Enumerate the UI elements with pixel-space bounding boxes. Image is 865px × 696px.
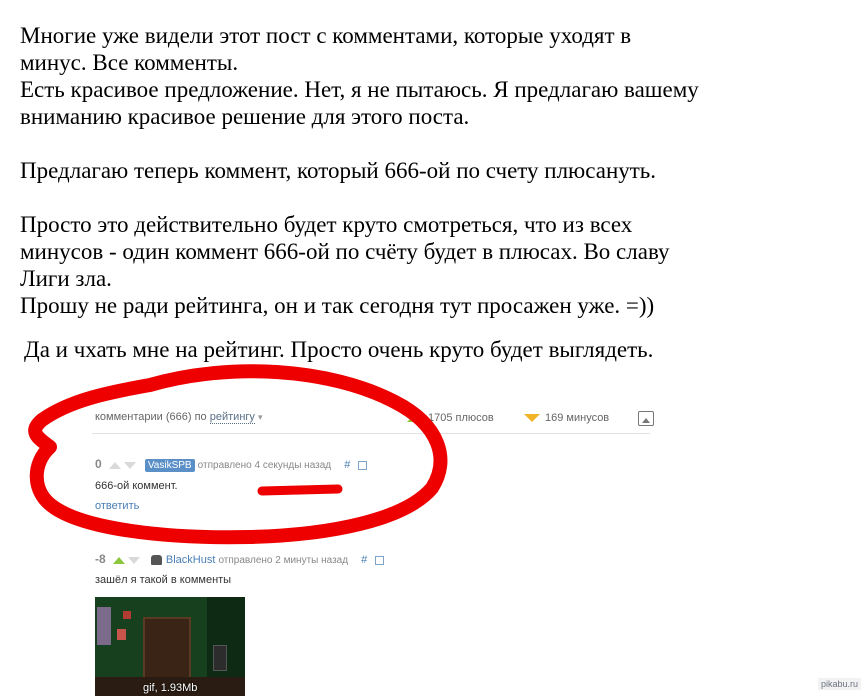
red-circle-stroke	[28, 364, 448, 545]
watermark: pikabu.ru	[817, 678, 861, 690]
red-dash-mark	[257, 484, 343, 496]
red-circle-annotation	[28, 364, 448, 545]
